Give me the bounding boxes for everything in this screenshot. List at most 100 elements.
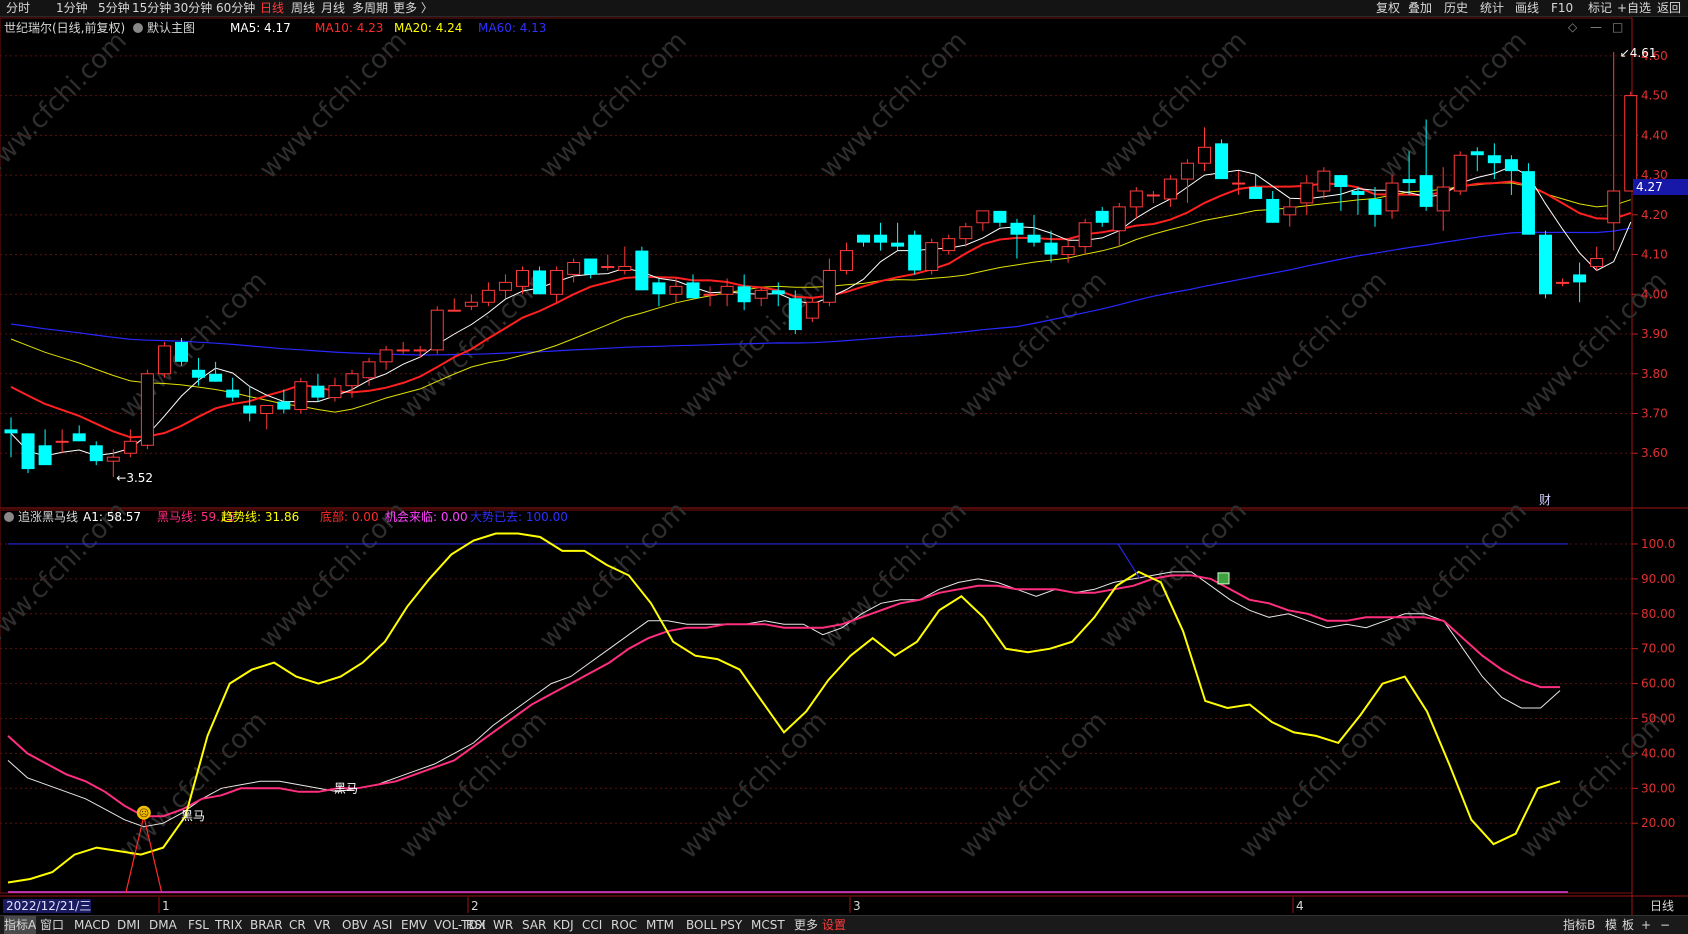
indicator-tab-17[interactable]: KDJ bbox=[553, 916, 574, 934]
indicator-tab-3[interactable]: DMI bbox=[117, 916, 140, 934]
period-tab-1[interactable]: 1分钟 bbox=[56, 0, 88, 16]
indicator-tick-label: 40.00 bbox=[1641, 746, 1675, 760]
bottom-right-control-2[interactable]: 板 bbox=[1622, 916, 1634, 934]
indicator-name: 追涨黑马线 bbox=[18, 509, 78, 524]
candle-body-up bbox=[1232, 182, 1246, 185]
toolbar-button-0[interactable]: 复权 bbox=[1376, 0, 1400, 16]
candle-body-up bbox=[157, 345, 171, 375]
period-tab-3[interactable]: 15分钟 bbox=[132, 0, 171, 16]
bottom-right-control-0[interactable]: 指标B bbox=[1563, 916, 1595, 934]
toolbar-button-5[interactable]: F10 bbox=[1551, 0, 1573, 16]
indicator-value-label: 大势已去: 100.00 bbox=[470, 510, 568, 524]
candle-body-down bbox=[737, 286, 751, 303]
month-label: 2 bbox=[471, 899, 479, 913]
indicator-tick-label: 20.00 bbox=[1641, 816, 1675, 830]
candle-body-up bbox=[805, 301, 819, 319]
watermark-text: www.cfchi.com bbox=[814, 496, 973, 655]
bottom-right-control-1[interactable]: 模 bbox=[1605, 916, 1617, 934]
candle-body-down bbox=[874, 234, 888, 243]
candle-body-up bbox=[1590, 258, 1604, 267]
watermark-text: www.cfchi.com bbox=[394, 706, 553, 865]
candle-body-down bbox=[1419, 175, 1433, 207]
candle-body-down bbox=[192, 369, 206, 378]
toolbar-button-8[interactable]: 返回 bbox=[1657, 0, 1681, 16]
candle-body-down bbox=[1215, 143, 1229, 180]
candle-body-up bbox=[1624, 95, 1638, 192]
period-tab-5[interactable]: 60分钟 bbox=[216, 0, 255, 16]
candle-body-up bbox=[925, 242, 939, 271]
indicator-tab-14[interactable]: RSI bbox=[466, 916, 486, 934]
ma10-line bbox=[10, 180, 1632, 439]
indicator-tab-24[interactable]: 更多 bbox=[794, 916, 818, 934]
indicator-tab-5[interactable]: FSL bbox=[188, 916, 209, 934]
period-tab-8[interactable]: 月线 bbox=[321, 0, 345, 16]
high-price-marker: ↙4.61 bbox=[1620, 46, 1657, 60]
indicator-value-label: 趋势线: 31.86 bbox=[221, 510, 299, 524]
indicator-tab-15[interactable]: WR bbox=[493, 916, 513, 934]
candle-body-up bbox=[328, 385, 342, 399]
period-tab-4[interactable]: 30分钟 bbox=[173, 0, 212, 16]
candle-body-up bbox=[1061, 246, 1075, 256]
indicator-tab-4[interactable]: DMA bbox=[149, 916, 177, 934]
candle-body-up bbox=[447, 309, 461, 312]
toolbar-button-4[interactable]: 画线 bbox=[1515, 0, 1539, 16]
candle-body-down bbox=[584, 258, 598, 275]
toolbar-button-6[interactable]: 标记 bbox=[1588, 0, 1612, 16]
candle-body-down bbox=[1334, 175, 1348, 188]
indicator-tab-11[interactable]: ASI bbox=[373, 916, 392, 934]
candle-body-down bbox=[1573, 274, 1587, 283]
bottom-right-control-3[interactable]: + bbox=[1641, 916, 1651, 934]
candle-body-up bbox=[498, 281, 512, 291]
candle-body-down bbox=[277, 401, 291, 410]
watermark-text: www.cfchi.com bbox=[534, 26, 693, 185]
main-template-label: 默认主图 bbox=[147, 20, 195, 35]
indicator-dropdown-icon bbox=[4, 512, 14, 522]
period-tab-10[interactable]: 更多 〉 bbox=[393, 0, 433, 16]
month-label: 3 bbox=[853, 899, 861, 913]
bottom-right-control-4[interactable]: − bbox=[1660, 916, 1670, 934]
ma-value-label: MA10: 4.23 bbox=[315, 21, 383, 35]
indicator-tab-22[interactable]: PSY bbox=[720, 916, 742, 934]
low-price-marker: ←3.52 bbox=[116, 471, 153, 485]
period-tab-9[interactable]: 多周期 bbox=[352, 0, 388, 16]
indicator-tab-7[interactable]: BRAR bbox=[250, 916, 283, 934]
indicator-tab-1[interactable]: 窗口 bbox=[40, 916, 64, 934]
period-tab-6[interactable]: 日线 bbox=[260, 0, 284, 16]
indicator-tick-label: 30.00 bbox=[1641, 781, 1675, 795]
candle-body-down bbox=[38, 445, 52, 466]
stock-title: 世纪瑞尔(日线,前复权) bbox=[4, 20, 125, 35]
indicator-tab-2[interactable]: MACD bbox=[74, 916, 110, 934]
toolbar-button-1[interactable]: 叠加 bbox=[1408, 0, 1432, 16]
indicator-tab-8[interactable]: CR bbox=[289, 916, 306, 934]
indicator-tab-18[interactable]: CCI bbox=[582, 916, 602, 934]
indicator-tab-16[interactable]: SAR bbox=[522, 916, 546, 934]
candle-body-up bbox=[669, 285, 683, 295]
indicator-tab-0[interactable]: 指标A bbox=[4, 916, 37, 934]
candle-body-down bbox=[311, 385, 325, 398]
indicator-tab-19[interactable]: ROC bbox=[611, 916, 637, 934]
candle-body-down bbox=[1487, 155, 1501, 164]
period-tab-7[interactable]: 周线 bbox=[291, 0, 315, 16]
candle-body-down bbox=[1470, 151, 1484, 156]
indicator-tab-6[interactable]: TRIX bbox=[215, 916, 242, 934]
indicator-tab-25[interactable]: 设置 bbox=[822, 916, 846, 934]
candle-body-up bbox=[1112, 206, 1126, 232]
indicator-tab-21[interactable]: BOLL bbox=[686, 916, 717, 934]
toolbar-button-3[interactable]: 统计 bbox=[1480, 0, 1504, 16]
indicator-tab-9[interactable]: VR bbox=[314, 916, 331, 934]
indicator-tab-12[interactable]: EMV bbox=[401, 916, 427, 934]
candle-body-up bbox=[55, 440, 69, 443]
indicator-tab-23[interactable]: MCST bbox=[751, 916, 785, 934]
candle-body-up bbox=[430, 309, 444, 351]
chart-canvas[interactable]: www.cfchi.com www.cfchi.com www.cfchi.com w… bbox=[0, 0, 1688, 933]
toolbar-button-2[interactable]: 历史 bbox=[1444, 0, 1468, 16]
candle-body-up bbox=[1146, 194, 1160, 197]
period-tab-0[interactable]: 分时 bbox=[6, 0, 30, 16]
indicator-tab-10[interactable]: OBV bbox=[342, 916, 368, 934]
toolbar-button-7[interactable]: +自选 bbox=[1617, 0, 1651, 16]
indicator-tab-20[interactable]: MTM bbox=[646, 916, 674, 934]
period-tab-2[interactable]: 5分钟 bbox=[98, 0, 130, 16]
diamond-icon: ◇ bbox=[1568, 20, 1578, 34]
indicator-tick-label: 50.00 bbox=[1641, 711, 1675, 725]
period-label: 日线 bbox=[1650, 899, 1674, 913]
